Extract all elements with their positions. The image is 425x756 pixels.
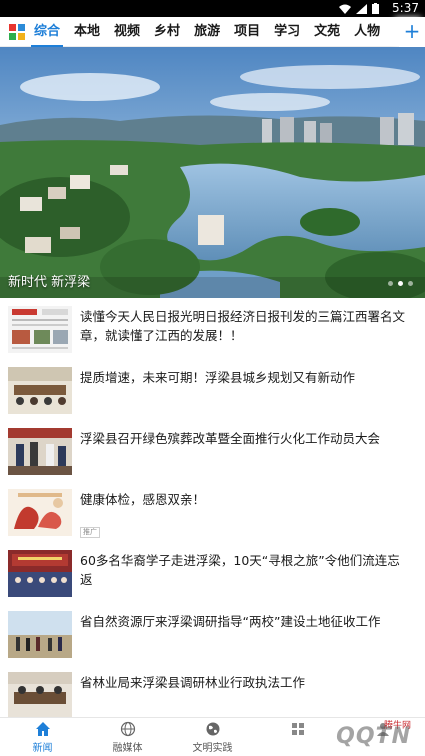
earth-icon [206, 722, 219, 736]
banner-carousel[interactable]: 新时代 新浮梁 [0, 47, 425, 298]
banner-image [0, 47, 425, 298]
tab-renwu[interactable]: 人物 [354, 17, 380, 47]
news-item[interactable]: 浮梁县召开绿色殡葬改革暨全面推行火化工作动员大会 [0, 420, 425, 481]
news-item[interactable]: 读懂今天人民日报光明日报经济日报刊发的三篇江西署名文章，就读懂了江西的发展！！ [0, 298, 425, 359]
news-item[interactable]: 健康体检，感恩双亲！ 推广 [0, 481, 425, 542]
news-thumbnail [8, 367, 72, 414]
add-channel-button[interactable]: + [399, 17, 425, 47]
tab-wenyuan[interactable]: 文苑 [314, 17, 340, 47]
wifi-icon [339, 4, 351, 14]
watermark-logo-text: QQTN [336, 724, 411, 749]
carousel-indicators [388, 281, 413, 286]
news-title: 读懂今天人民日报光明日报经济日报刊发的三篇江西署名文章，就读懂了江西的发展！！ [80, 309, 406, 343]
status-icons [339, 3, 379, 14]
news-title: 60多名华裔学子走进浮梁，10天“寻根之旅”令他们流连忘返 [80, 553, 400, 587]
tab-xiangmu[interactable]: 项目 [234, 17, 260, 47]
carousel-dot[interactable] [408, 281, 413, 286]
news-thumbnail [8, 489, 72, 536]
home-icon [35, 722, 50, 736]
carousel-dot[interactable] [388, 281, 393, 286]
channel-tabs: 综合 本地 视频 乡村 旅游 项目 学习 文苑 人物 [30, 17, 394, 47]
signal-icon [356, 3, 367, 14]
site-watermark: 腾牛网 QQTN [267, 718, 417, 752]
nav-news[interactable]: 新闻 [0, 721, 85, 754]
nav-news-label: 新闻 [32, 743, 53, 754]
nav-media-label: 融媒体 [112, 743, 143, 754]
news-thumbnail [8, 306, 72, 353]
carousel-dot-active[interactable] [398, 281, 403, 286]
news-item[interactable]: 提质增速，未来可期！浮梁县城乡规划又有新动作 [0, 359, 425, 420]
status-bar: 5:37 [0, 0, 425, 17]
news-item[interactable]: 省自然资源厅来浮梁调研指导“两校”建设土地征收工作 [0, 603, 425, 664]
bottom-navigation: 新闻 融媒体 文明实践 腾牛网 QQTN [0, 717, 425, 756]
news-title: 浮梁县召开绿色殡葬改革暨全面推行火化工作动员大会 [80, 431, 381, 446]
news-title: 省自然资源厅来浮梁调研指导“两校”建设土地征收工作 [80, 614, 381, 629]
tab-shipin[interactable]: 视频 [114, 17, 140, 47]
channel-tab-bar: 综合 本地 视频 乡村 旅游 项目 学习 文苑 人物 + [0, 17, 425, 47]
nav-media[interactable]: 融媒体 [85, 721, 170, 754]
promotion-tag: 推广 [80, 527, 100, 538]
battery-icon [372, 3, 379, 14]
news-thumbnail [8, 611, 72, 658]
news-item[interactable]: 省林业局来浮梁县调研林业行政执法工作 [0, 664, 425, 725]
news-item[interactable]: 60多名华裔学子走进浮梁，10天“寻根之旅”令他们流连忘返 [0, 542, 425, 603]
nav-civilization-label: 文明实践 [192, 743, 233, 754]
tab-xiangcun[interactable]: 乡村 [154, 17, 180, 47]
app-logo-icon [9, 24, 25, 40]
news-thumbnail [8, 550, 72, 597]
news-title: 省林业局来浮梁县调研林业行政执法工作 [80, 675, 306, 690]
tab-bendi[interactable]: 本地 [74, 17, 100, 47]
news-thumbnail [8, 428, 72, 475]
status-time: 5:37 [392, 1, 419, 15]
tab-lvyou[interactable]: 旅游 [194, 17, 220, 47]
nav-civilization[interactable]: 文明实践 [170, 721, 255, 754]
news-title: 提质增速，未来可期！浮梁县城乡规划又有新动作 [80, 370, 356, 385]
banner-caption: 新时代 新浮梁 [8, 275, 91, 290]
news-thumbnail [8, 672, 72, 719]
globe-icon [120, 721, 135, 737]
tab-xuexi[interactable]: 学习 [274, 17, 300, 47]
tab-zonghe[interactable]: 综合 [30, 17, 64, 47]
news-title: 健康体检，感恩双亲！ [80, 492, 206, 507]
